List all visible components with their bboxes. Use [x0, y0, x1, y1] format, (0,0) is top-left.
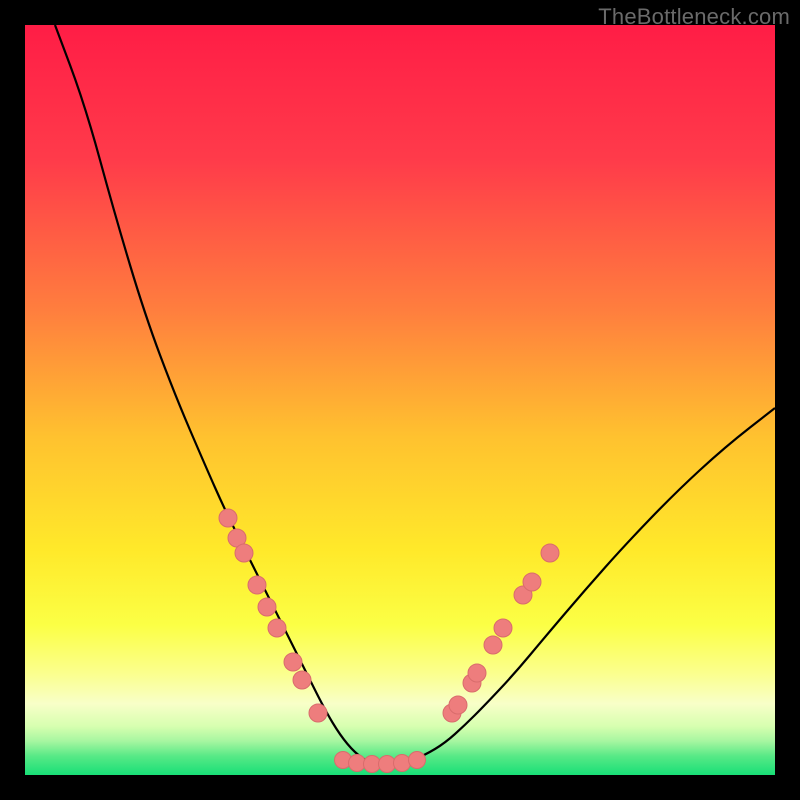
data-dot	[293, 671, 311, 689]
data-dot	[284, 653, 302, 671]
watermark-text: TheBottleneck.com	[598, 4, 790, 30]
data-dot	[394, 755, 411, 772]
data-dot	[248, 576, 266, 594]
data-dot	[468, 664, 486, 682]
data-dot	[379, 756, 396, 773]
data-dot	[258, 598, 276, 616]
data-dot	[484, 636, 502, 654]
outer-frame: TheBottleneck.com	[0, 0, 800, 800]
data-dot	[409, 752, 426, 769]
data-dot	[541, 544, 559, 562]
data-dot	[309, 704, 327, 722]
chart-svg	[25, 25, 775, 775]
data-dot	[268, 619, 286, 637]
data-dot	[349, 755, 366, 772]
data-dot	[523, 573, 541, 591]
data-dot	[364, 756, 381, 773]
data-dot	[235, 544, 253, 562]
bottleneck-curve	[55, 25, 775, 765]
plot-area	[25, 25, 775, 775]
data-dot	[219, 509, 237, 527]
data-dot	[449, 696, 467, 714]
data-dot	[494, 619, 512, 637]
data-dots	[219, 509, 559, 773]
